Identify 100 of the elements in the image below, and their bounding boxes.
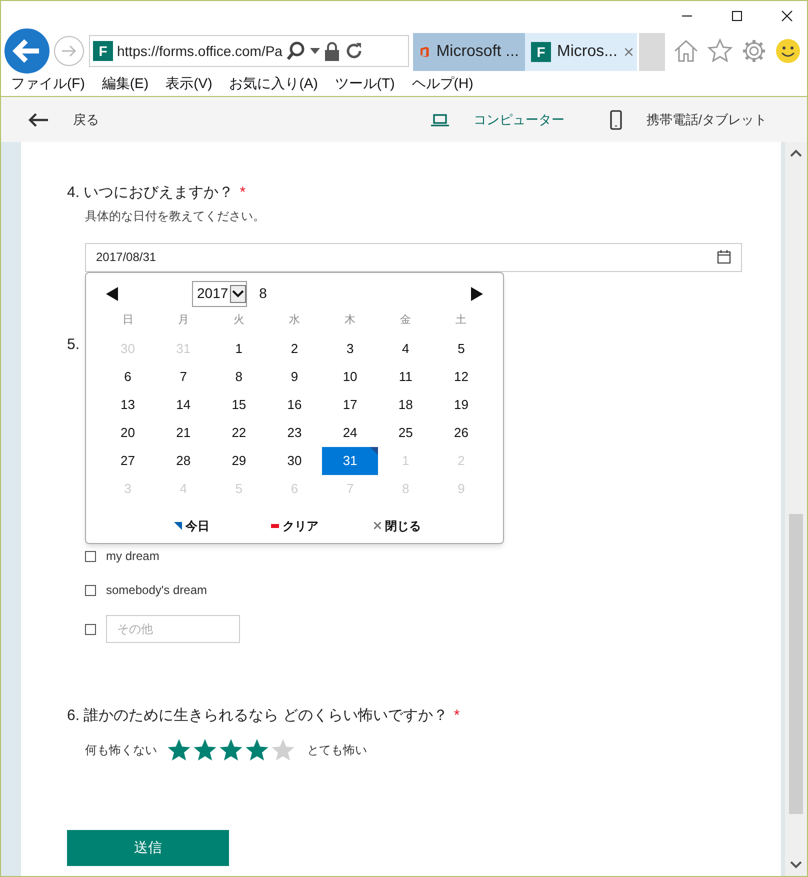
menu-item[interactable]: ツール(T) (334, 73, 395, 94)
close-icon[interactable] (781, 10, 793, 22)
day-cell[interactable]: 21 (156, 418, 212, 446)
question-title: 5. (67, 334, 80, 354)
question-subtitle: 具体的な日付を教えてください。 (85, 208, 266, 224)
day-cell[interactable]: 27 (100, 446, 156, 474)
day-cell[interactable]: 9 (266, 362, 322, 390)
day-cell[interactable]: 14 (156, 390, 212, 418)
back-button[interactable] (3, 27, 51, 75)
smiley-icon[interactable] (775, 38, 801, 64)
weekday-label: 火 (233, 313, 244, 328)
day-cell[interactable]: 10 (322, 362, 378, 390)
day-cell[interactable]: 16 (266, 390, 322, 418)
day-cell[interactable]: 20 (100, 418, 156, 446)
day-cell[interactable]: 2 (266, 334, 322, 362)
day-cell[interactable]: 22 (211, 418, 267, 446)
close-tab-button[interactable]: × (623, 38, 634, 66)
question-title: 4. いつにおびえますか？ (67, 183, 234, 203)
day-cell[interactable]: 15 (211, 390, 267, 418)
rating-star[interactable] (167, 738, 191, 762)
day-cell[interactable]: 5 (433, 334, 489, 362)
menu-item[interactable]: 編集(E) (102, 73, 149, 94)
day-cell[interactable]: 13 (100, 390, 156, 418)
scroll-thumb[interactable] (789, 514, 803, 814)
view-toggle[interactable]: 携帯電話/タブレット (610, 110, 767, 130)
day-cell[interactable]: 7 (156, 362, 212, 390)
menu-item[interactable]: ヘルプ(H) (412, 73, 474, 94)
phone-icon (610, 110, 622, 130)
rating-star[interactable] (193, 738, 217, 762)
calendar-icon[interactable] (717, 250, 731, 264)
date-field[interactable]: 2017/08/31 (85, 242, 742, 272)
lock-icon (324, 41, 340, 61)
day-cell[interactable]: 25 (378, 418, 434, 446)
picker-action-button[interactable]: 閉じる (346, 516, 449, 534)
weekday-label: 金 (400, 313, 412, 328)
picker-action-button[interactable]: 今日 (140, 516, 243, 534)
checkbox[interactable] (85, 584, 96, 596)
checkbox[interactable] (85, 624, 96, 634)
rating-star[interactable] (271, 738, 295, 762)
day-cell[interactable]: 24 (322, 418, 378, 446)
submit-button[interactable]: 送信 (67, 830, 229, 866)
weekday-label: 木 (344, 313, 356, 328)
address-bar[interactable]: F https://forms.office.com/Pa (89, 35, 409, 67)
url-text: https://forms.office.com/Pa (117, 42, 282, 61)
dropdown-icon (230, 284, 246, 302)
menu-item[interactable]: お気に入り(A) (229, 73, 318, 94)
picker-action-button[interactable]: クリア (243, 516, 346, 534)
view-toggle[interactable]: コンピューター (431, 110, 564, 130)
forms-logo: F (531, 42, 551, 62)
required-mark: * (240, 183, 246, 203)
weekday-label: 土 (456, 313, 467, 328)
day-cell[interactable]: 4 (378, 334, 434, 362)
rating-star[interactable] (245, 738, 269, 762)
browser-tab[interactable]: F Micros... × (525, 33, 637, 71)
scroll-up-icon[interactable] (789, 148, 803, 158)
day-cell[interactable]: 8 (211, 362, 267, 390)
previous-month-button[interactable] (106, 286, 118, 300)
day-cell[interactable]: 29 (211, 446, 267, 474)
rating-star[interactable] (219, 738, 243, 762)
day-cell[interactable]: 11 (378, 362, 434, 390)
weekday-label: 水 (288, 313, 300, 328)
settings-icon[interactable] (741, 38, 767, 64)
day-cell[interactable]: 23 (266, 418, 322, 446)
day-cell[interactable]: 17 (322, 390, 378, 418)
maximize-icon[interactable] (731, 10, 743, 22)
corner-mark-icon (174, 522, 182, 530)
menu-item[interactable]: 表示(V) (166, 73, 212, 94)
home-icon[interactable] (673, 38, 699, 64)
rating-low-label: 何も怖くない (85, 742, 157, 758)
year-select[interactable]: 2017 (192, 280, 248, 306)
menu-item[interactable]: ファイル(F) (11, 73, 85, 94)
day-cell[interactable]: 3 (322, 334, 378, 362)
next-month-button[interactable] (470, 286, 483, 300)
forms-logo: F (93, 41, 113, 61)
close-icon (374, 522, 381, 529)
day-cell[interactable]: 12 (433, 362, 489, 390)
day-cell[interactable]: 6 (100, 362, 156, 390)
day-cell[interactable]: 31 (322, 446, 378, 474)
dash-icon (270, 524, 278, 528)
other-input-field[interactable]: その他 (106, 615, 240, 643)
option-label: my dream (106, 548, 160, 565)
month-label: 8 (259, 284, 267, 303)
checkbox[interactable] (85, 550, 96, 562)
search-icon[interactable] (286, 41, 306, 61)
dropdown-icon[interactable] (310, 48, 320, 54)
scroll-down-icon[interactable] (789, 860, 803, 870)
laptop-icon (431, 112, 450, 126)
back-link[interactable]: 戻る (27, 110, 99, 130)
day-cell[interactable]: 30 (266, 446, 322, 474)
weekday-label: 月 (178, 313, 189, 328)
scrollbar[interactable] (781, 142, 807, 876)
option-label: somebody's dream (106, 582, 208, 599)
favorites-star-icon[interactable] (707, 38, 733, 64)
day-cell[interactable]: 1 (211, 334, 267, 362)
day-cell[interactable]: 26 (433, 418, 489, 446)
day-cell[interactable]: 18 (378, 390, 434, 418)
required-mark: * (454, 706, 460, 726)
day-cell[interactable]: 19 (433, 390, 489, 418)
day-cell[interactable]: 28 (156, 446, 212, 474)
browser-tab[interactable]: Microsoft ... (413, 33, 525, 71)
